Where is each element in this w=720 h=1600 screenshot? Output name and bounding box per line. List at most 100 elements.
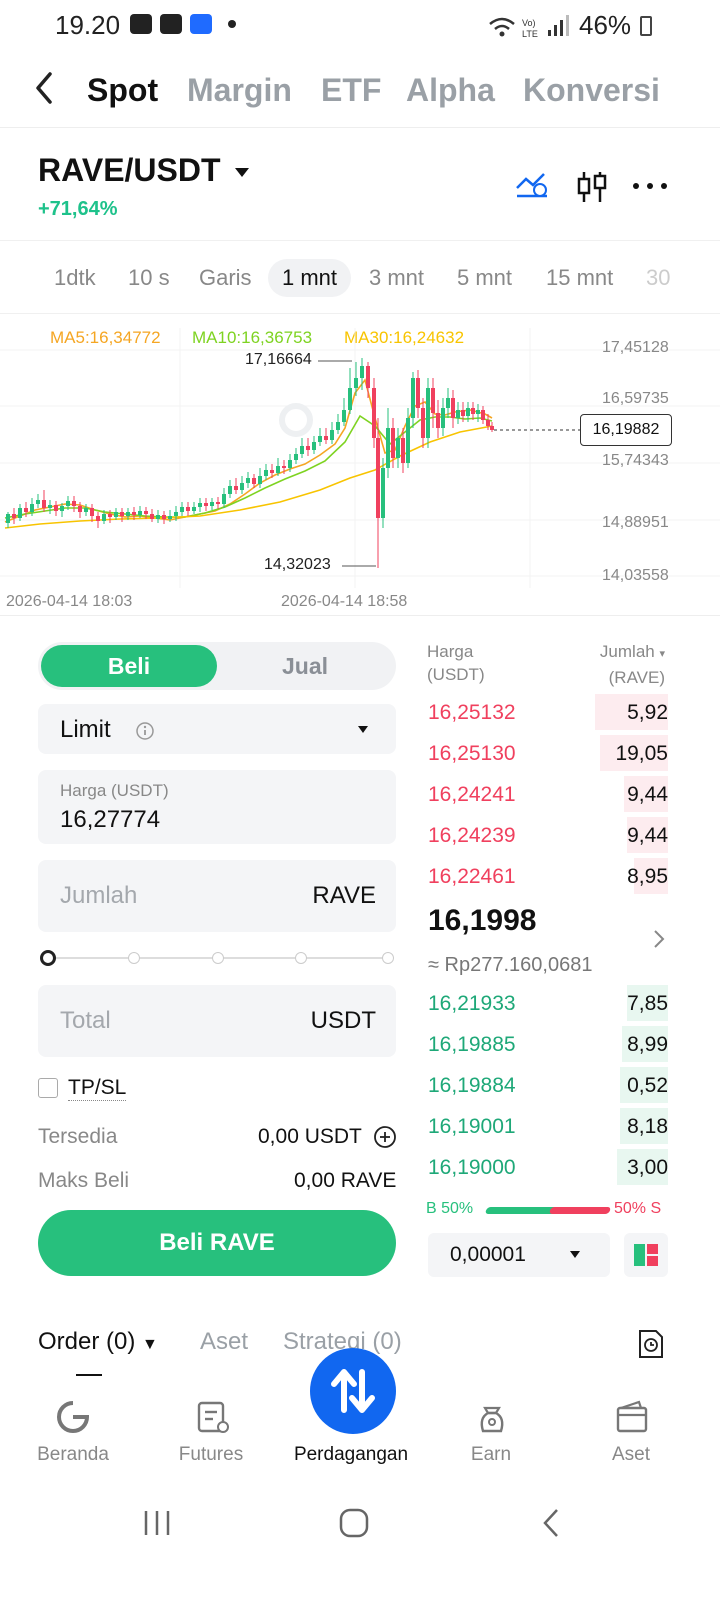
ask-row[interactable]: 16,25132 5,92 bbox=[426, 694, 668, 730]
candle-body bbox=[48, 505, 52, 508]
interval-30mnt[interactable]: 30 bbox=[632, 259, 684, 297]
candle-body bbox=[436, 413, 440, 428]
interval-1mnt[interactable]: 1 mnt bbox=[268, 259, 352, 297]
total-unit: USDT bbox=[310, 1007, 376, 1034]
bid-row[interactable]: 16,19884 0,52 bbox=[426, 1067, 668, 1103]
bid-quantity: 3,00 bbox=[627, 1156, 668, 1179]
bid-row[interactable]: 16,21933 7,85 bbox=[426, 985, 668, 1021]
slider-handle[interactable] bbox=[40, 950, 56, 966]
nav-beranda[interactable]: Beranda bbox=[0, 1444, 148, 1466]
interval-1dtk[interactable]: 1dtk bbox=[40, 259, 110, 297]
chevron-down-icon bbox=[570, 1251, 580, 1258]
sell-tab[interactable]: Jual bbox=[217, 645, 393, 687]
home-button-icon[interactable] bbox=[338, 1507, 370, 1539]
interval-5mnt[interactable]: 5 mnt bbox=[443, 259, 526, 297]
y-tick: 16,59735 bbox=[602, 390, 669, 407]
more-options-icon[interactable] bbox=[632, 180, 668, 192]
amount-field[interactable]: Jumlah RAVE bbox=[38, 860, 396, 932]
price-chart[interactable]: MA5:16,34772 MA10:16,36753 MA30:16,24632… bbox=[0, 318, 720, 618]
candle-body bbox=[54, 505, 58, 511]
layout-icon bbox=[634, 1244, 658, 1266]
candle-body bbox=[372, 388, 376, 438]
y-tick: 14,88951 bbox=[602, 514, 669, 531]
ask-row[interactable]: 16,22461 8,95 bbox=[426, 858, 668, 894]
amount-slider[interactable] bbox=[40, 948, 396, 968]
pair-selector[interactable]: RAVE/USDT bbox=[38, 152, 249, 189]
order-type-value: Limit bbox=[60, 716, 111, 743]
candle-body bbox=[376, 438, 380, 518]
tpsl-label[interactable]: TP/SL bbox=[68, 1076, 127, 1101]
add-funds-icon[interactable] bbox=[373, 1125, 397, 1149]
home-icon[interactable] bbox=[56, 1400, 90, 1434]
bid-row[interactable]: 16,19001 8,18 bbox=[426, 1108, 668, 1144]
tab-etf[interactable]: ETF bbox=[321, 72, 381, 109]
order-history-icon[interactable] bbox=[637, 1328, 665, 1360]
order-type-select[interactable]: Limit bbox=[38, 704, 396, 754]
nav-futures[interactable]: Futures bbox=[136, 1444, 286, 1466]
slider-stop[interactable] bbox=[382, 952, 394, 964]
candle-body bbox=[90, 508, 94, 516]
buy-tab[interactable]: Beli bbox=[41, 645, 217, 687]
bid-row[interactable]: 16,19885 8,99 bbox=[426, 1026, 668, 1062]
candle-body bbox=[288, 460, 292, 468]
back-arrow-icon[interactable] bbox=[30, 68, 60, 108]
back-button-icon[interactable] bbox=[540, 1507, 562, 1539]
ask-row[interactable]: 16,24241 9,44 bbox=[426, 776, 668, 812]
candle-body bbox=[96, 516, 100, 521]
recent-apps-icon[interactable] bbox=[142, 1508, 172, 1538]
candlestick-icon[interactable] bbox=[576, 170, 608, 204]
tick-size-select[interactable]: 0,00001 bbox=[428, 1233, 610, 1277]
ask-row[interactable]: 16,25130 19,05 bbox=[426, 735, 668, 771]
tab-spot[interactable]: Spot bbox=[87, 72, 158, 109]
bid-row[interactable]: 16,19000 3,00 bbox=[426, 1149, 668, 1185]
nav-earn[interactable]: Earn bbox=[416, 1444, 566, 1466]
tab-margin[interactable]: Margin bbox=[187, 72, 292, 109]
tab-alpha[interactable]: Alpha bbox=[406, 72, 495, 109]
interval-10s[interactable]: 10 s bbox=[114, 259, 184, 297]
last-price-tag: 16,19882 bbox=[580, 414, 672, 446]
interval-3mnt[interactable]: 3 mnt bbox=[355, 259, 438, 297]
ask-price: 16,22461 bbox=[428, 865, 516, 888]
futures-icon[interactable] bbox=[196, 1400, 230, 1434]
price-field-label: Harga (USDT) bbox=[60, 781, 169, 800]
notification-icons bbox=[130, 14, 236, 34]
candle-body bbox=[252, 478, 256, 484]
candle-body bbox=[150, 514, 154, 519]
bid-quantity: 0,52 bbox=[627, 1074, 668, 1097]
price-alert-icon[interactable] bbox=[514, 170, 550, 202]
candle-body bbox=[72, 501, 76, 506]
price-field[interactable]: Harga (USDT) 16,27774 bbox=[38, 770, 396, 844]
amount-unit: RAVE bbox=[312, 882, 376, 909]
interval-15mnt[interactable]: 15 mnt bbox=[532, 259, 627, 297]
earn-icon[interactable] bbox=[475, 1400, 509, 1434]
ask-row[interactable]: 16,24239 9,44 bbox=[426, 817, 668, 853]
tpsl-checkbox[interactable] bbox=[38, 1078, 58, 1098]
candle-body bbox=[406, 418, 410, 463]
battery-percent: 46% bbox=[579, 10, 632, 40]
candle-body bbox=[342, 410, 346, 422]
orderbook-qty-header[interactable]: Jumlah ▾ (RAVE) bbox=[587, 640, 665, 689]
tab-orders[interactable]: Order (0) ▼ bbox=[38, 1328, 158, 1356]
ma10-line bbox=[4, 414, 493, 519]
tab-assets[interactable]: Aset bbox=[200, 1328, 248, 1356]
ask-price: 16,25132 bbox=[428, 701, 516, 724]
slider-stop[interactable] bbox=[212, 952, 224, 964]
total-field[interactable]: Total USDT bbox=[38, 985, 396, 1057]
trade-fab[interactable] bbox=[310, 1348, 396, 1434]
active-tab-indicator bbox=[76, 1374, 102, 1376]
info-icon[interactable] bbox=[135, 721, 155, 741]
y-tick: 17,45128 bbox=[602, 339, 669, 356]
wallet-icon[interactable] bbox=[615, 1400, 649, 1434]
candle-body bbox=[60, 506, 64, 511]
orderbook-layout-button[interactable] bbox=[624, 1233, 668, 1277]
chevron-right-icon[interactable] bbox=[652, 928, 666, 950]
slider-stop[interactable] bbox=[295, 952, 307, 964]
ask-quantity: 8,95 bbox=[627, 865, 668, 888]
max-buy-value: 0,00 RAVE bbox=[294, 1169, 397, 1192]
nav-aset[interactable]: Aset bbox=[556, 1444, 706, 1466]
buy-submit-button[interactable]: Beli RAVE bbox=[38, 1210, 396, 1276]
tab-konversi[interactable]: Konversi bbox=[523, 72, 660, 109]
slider-stop[interactable] bbox=[128, 952, 140, 964]
interval-garis[interactable]: Garis bbox=[185, 259, 266, 297]
nav-perdagangan[interactable]: Perdagangan bbox=[276, 1444, 426, 1466]
